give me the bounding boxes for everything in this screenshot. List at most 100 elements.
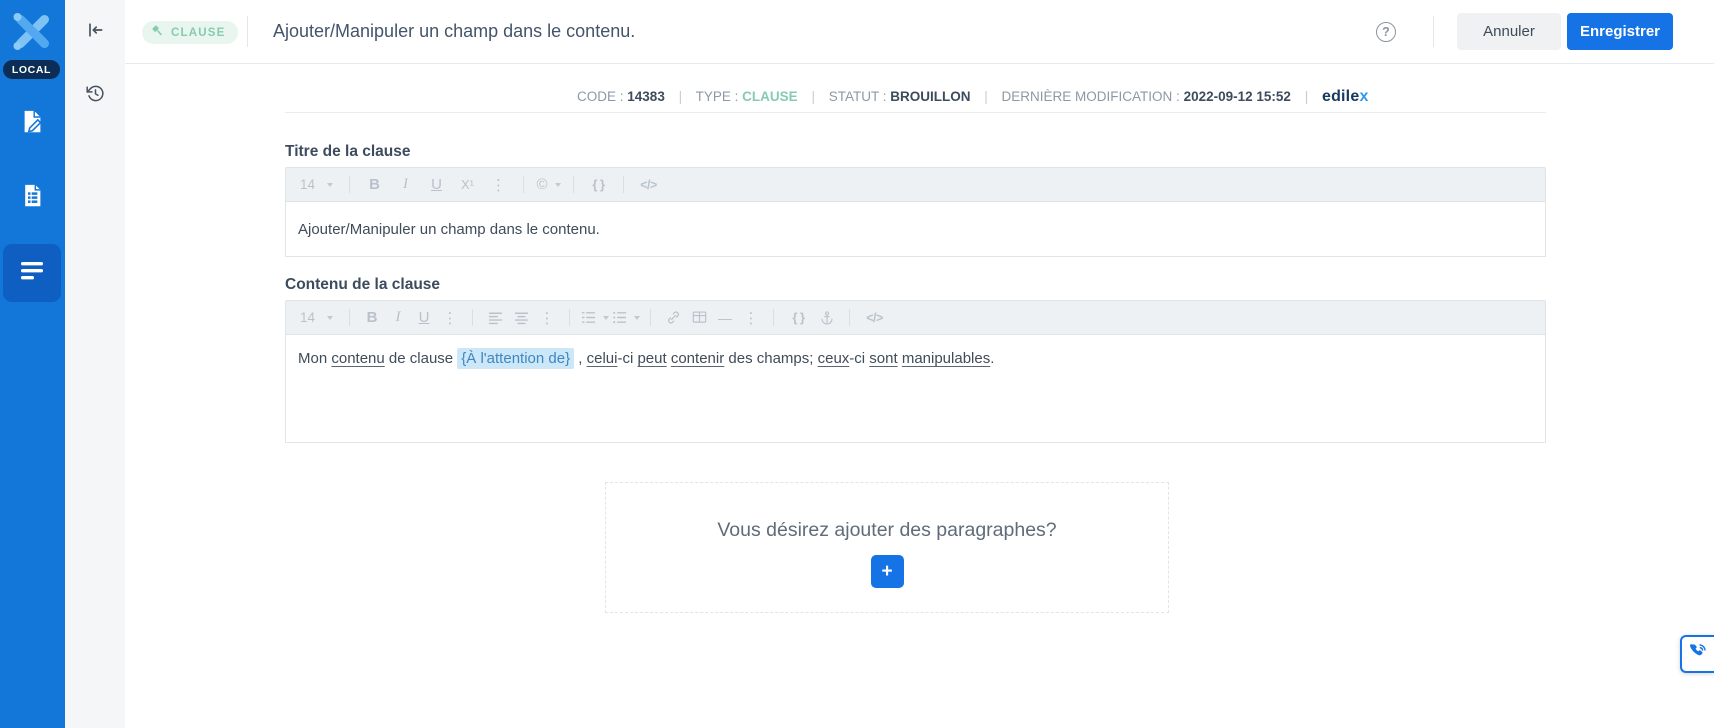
chevron-down-icon (603, 315, 609, 320)
meta-separator: | (984, 89, 988, 104)
phone-icon (1688, 642, 1708, 667)
bold-button[interactable]: B (359, 172, 390, 198)
type-badge-label: CLAUSE (171, 26, 226, 39)
toolbar-separator (523, 176, 524, 193)
more-formatting-button[interactable]: ⋮ (437, 305, 463, 331)
underlined-word: contenu (331, 350, 385, 367)
toolbar-separator (349, 309, 350, 326)
tools-rail (65, 0, 125, 728)
align-center-button[interactable] (508, 305, 534, 331)
underlined-word: sont (869, 350, 898, 367)
toolbar-separator (650, 309, 651, 326)
more-insert-button[interactable]: ⋮ (738, 305, 764, 331)
sidebar-item-clause-content-selected[interactable] (3, 244, 61, 302)
app-logo-icon[interactable] (9, 8, 56, 55)
table-icon (692, 311, 706, 323)
superscript-button[interactable]: X¹ (452, 172, 483, 198)
save-button[interactable]: Enregistrer (1567, 13, 1673, 50)
document-meta: CODE : 14383 | TYPE : CLAUSE | STATUT : … (577, 88, 1369, 106)
anchor-button[interactable] (814, 305, 840, 331)
help-icon: ? (1382, 25, 1390, 39)
support-phone-button[interactable] (1680, 635, 1714, 673)
underlined-word: manipulables (901, 350, 991, 367)
source-code-button[interactable]: </> (633, 172, 664, 198)
insert-table-button[interactable] (686, 305, 712, 331)
meta-separator: | (1304, 89, 1309, 104)
header-divider (1433, 16, 1434, 47)
app-sidebar: LOCAL (0, 0, 65, 728)
text-segment: -ci (849, 350, 870, 367)
sidebar-item-document-list[interactable] (0, 182, 65, 214)
insert-field-button[interactable]: { } (583, 172, 614, 198)
code-value: 14383 (627, 89, 665, 104)
horizontal-rule-button[interactable]: — (712, 305, 738, 331)
italic-button[interactable]: I (385, 305, 411, 331)
text-segment: de clause (384, 350, 458, 367)
status-value: BROUILLON (890, 89, 971, 104)
bullet-list-icon (613, 311, 627, 324)
help-button[interactable]: ? (1376, 22, 1396, 42)
italic-button[interactable]: I (390, 172, 421, 198)
modified-value: 2022-09-12 15:52 (1183, 89, 1291, 104)
toolbar-separator (623, 176, 624, 193)
page-header: CLAUSE Ajouter/Manipuler un champ dans l… (125, 0, 1714, 64)
underline-button[interactable]: U (411, 305, 437, 331)
sidebar-item-edit-document[interactable] (0, 108, 65, 140)
type-badge: CLAUSE (142, 21, 239, 44)
align-left-icon (488, 312, 502, 325)
main-content: CODE : 14383 | TYPE : CLAUSE | STATUT : … (125, 64, 1714, 728)
status-label: STATUT : (828, 89, 887, 104)
page-title: Ajouter/Manipuler un champ dans le conte… (273, 21, 636, 41)
underline-button[interactable]: U (421, 172, 452, 198)
link-icon (667, 311, 679, 324)
modified-label: DERNIÈRE MODIFICATION : (1001, 89, 1180, 104)
chevron-down-icon (327, 315, 334, 320)
toolbar-separator (849, 309, 850, 326)
title-section-heading: Titre de la clause (285, 143, 411, 160)
font-size-dropdown[interactable]: 14 (296, 305, 340, 331)
clause-content-editor[interactable]: Mon contenu de clause {À l'attention de}… (285, 335, 1546, 443)
anchor-icon (821, 310, 833, 324)
text-segment: des champs; (724, 350, 818, 367)
field-token[interactable]: {À l'attention de} (457, 348, 575, 369)
gavel-icon (151, 24, 165, 41)
text-segment: -ci (617, 350, 638, 367)
content-section-heading: Contenu de la clause (285, 276, 441, 293)
text-lines-icon (19, 260, 45, 287)
toolbar-separator (569, 309, 570, 326)
clause-title-editor[interactable]: Ajouter/Manipuler un champ dans le conte… (285, 202, 1546, 257)
cancel-button[interactable]: Annuler (1457, 13, 1561, 50)
meta-separator: | (678, 89, 683, 104)
bold-button[interactable]: B (359, 305, 385, 331)
title-editor-toolbar: 14 B I U X¹ ⋮ © { } </> (285, 167, 1546, 202)
font-size-dropdown[interactable]: 14 (296, 172, 340, 198)
meta-divider-line (285, 112, 1546, 113)
insert-field-button[interactable]: { } (783, 305, 814, 331)
text-segment: . (990, 350, 995, 367)
environment-badge: LOCAL (3, 60, 60, 79)
edit-document-icon (19, 108, 46, 140)
align-center-icon (514, 312, 528, 325)
add-paragraphs-box: Vous désirez ajouter des paragraphes? + (605, 482, 1169, 613)
history-button[interactable] (82, 83, 108, 109)
more-formatting-button[interactable]: ⋮ (483, 172, 514, 198)
underlined-word: ceux (817, 350, 850, 367)
content-editor-toolbar: 14 B I U ⋮ ⋮ — ⋮ {} </> (285, 300, 1546, 335)
code-label: CODE : (577, 89, 624, 104)
toolbar-separator (773, 309, 774, 326)
document-list-icon (19, 182, 46, 214)
meta-separator: | (811, 89, 815, 104)
ordered-list-dropdown[interactable] (579, 305, 610, 331)
collapse-panel-button[interactable] (82, 19, 108, 45)
ordered-list-icon (581, 312, 596, 323)
add-paragraphs-prompt: Vous désirez ajouter des paragraphes? (717, 519, 1057, 541)
source-code-button[interactable]: </> (859, 305, 890, 331)
special-characters-dropdown[interactable]: © (533, 172, 564, 198)
collapse-left-icon (85, 20, 105, 45)
more-alignment-button[interactable]: ⋮ (534, 305, 560, 331)
align-left-button[interactable] (482, 305, 508, 331)
bullet-list-dropdown[interactable] (610, 305, 641, 331)
clause-title-text: Ajouter/Manipuler un champ dans le conte… (298, 221, 600, 238)
add-paragraph-button[interactable]: + (870, 555, 904, 588)
link-button[interactable] (660, 305, 686, 331)
